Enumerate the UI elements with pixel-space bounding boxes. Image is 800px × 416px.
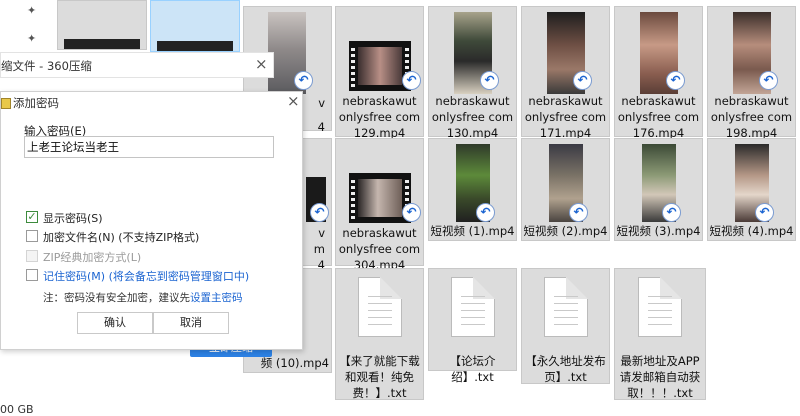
file-name-line: nebraskawut (435, 94, 510, 108)
file-name-line: 短视频 (4).mp4 (709, 224, 794, 238)
shortcut-arrow-icon: ↶ (662, 203, 681, 222)
file-tile[interactable]: ↶ 短视频 (1).mp4 (428, 138, 517, 241)
pin-icon[interactable]: ✦ (27, 4, 36, 17)
security-note-text: 注：密码没有安全加密，建议先 (43, 292, 190, 304)
remember-password-checkbox[interactable] (26, 269, 38, 281)
video-thumbnail (348, 41, 411, 91)
compress-window-titlebar: 缩文件 - 360压缩 × (0, 52, 274, 78)
shortcut-arrow-icon: ↶ (402, 71, 421, 90)
encrypt-filenames-label[interactable]: 加密文件名(N) (不支持ZIP格式) (43, 229, 199, 245)
file-tile[interactable]: ↶ nebraskawut onlysfree com 171.mp4 (521, 6, 610, 140)
encrypt-filenames-checkbox[interactable] (26, 230, 38, 242)
file-name-line: 短视频 (2).mp4 (523, 224, 608, 238)
close-icon[interactable]: × (287, 92, 300, 110)
zip-classic-label: ZIP经典加密方式(L) (43, 251, 142, 264)
add-password-dialog: 添加密码 × 输入密码(E) 上老王论坛当老王 ✓ 显示密码(S) 加密文件名(… (0, 91, 303, 350)
file-name-line: 频 (10).mp4 (260, 356, 329, 370)
file-name-line: nebraskawut (621, 94, 696, 108)
shortcut-arrow-icon: ↶ (573, 71, 592, 90)
file-tile[interactable]: 【论坛介绍】.txt (428, 268, 517, 384)
file-name-line: onlysfree com (338, 110, 421, 124)
file-tile-selected[interactable] (150, 0, 240, 52)
file-tile[interactable]: ↶ 短视频 (2).mp4 (521, 138, 610, 241)
shortcut-arrow-icon: ↶ (402, 203, 421, 222)
video-thumbnail (157, 41, 233, 51)
file-tile[interactable]: ↶ 短视频 (3).mp4 (614, 138, 703, 241)
show-password-checkbox[interactable]: ✓ (26, 211, 38, 223)
compress-window-title: 缩文件 - 360压缩 (1, 59, 92, 73)
file-tile[interactable]: ↶ nebraskawut onlysfree com 130.mp4 (428, 6, 517, 140)
text-document-icon (357, 277, 402, 337)
shortcut-arrow-icon: ↶ (569, 203, 588, 222)
video-thumbnail (348, 173, 411, 223)
file-tile[interactable]: 【永久地址发布 页】.txt (521, 268, 610, 384)
file-name-line: 短视频 (3).mp4 (616, 224, 701, 238)
file-name-line: onlysfree com (338, 242, 421, 256)
file-name-line: onlysfree com (710, 110, 793, 124)
file-name-line: onlysfree com (524, 110, 607, 124)
zip-classic-checkbox (26, 250, 38, 262)
security-note: 注：密码没有安全加密，建议先设置主密码 (43, 290, 243, 305)
file-name-line: nebraskawut (714, 94, 789, 108)
shortcut-arrow-icon: ↶ (476, 203, 495, 222)
file-tile[interactable]: 最新地址及APP 请发邮箱自动获 取！！！.txt (614, 268, 706, 400)
file-tile[interactable]: ↶ nebraskawut onlysfree com 304.mp4 (335, 138, 424, 272)
show-password-label[interactable]: 显示密码(S) (43, 210, 103, 226)
shortcut-arrow-icon: ↶ (294, 71, 313, 90)
file-name-line: 【论坛介绍】.txt (449, 354, 496, 384)
password-input[interactable]: 上老王论坛当老王 (24, 136, 274, 158)
status-bar-size: 00 GB (0, 403, 34, 416)
text-document-icon (450, 277, 495, 337)
file-tile[interactable]: ↶ nebraskawut onlysfree com 176.mp4 (614, 6, 703, 140)
file-name-line: 短视频 (1).mp4 (430, 224, 515, 238)
shortcut-arrow-icon: ↶ (755, 203, 774, 222)
dialog-title: 添加密码 (13, 96, 59, 110)
file-name-line: 取！！！.txt (627, 386, 693, 400)
shortcut-arrow-icon: ↶ (666, 71, 685, 90)
ok-button[interactable]: 确认 (77, 312, 153, 334)
pin-icon[interactable]: ✦ (27, 32, 36, 45)
set-master-password-link[interactable]: 设置主密码 (190, 292, 243, 304)
remember-password-label[interactable]: 记住密码(M) (将会备忘到密码管理窗口中) (43, 268, 249, 284)
shortcut-arrow-icon: ↶ (310, 203, 329, 222)
file-name-line: 和观看！纯免 (345, 370, 414, 384)
shortcut-arrow-icon: ↶ (480, 71, 499, 90)
file-name-line: onlysfree com (617, 110, 700, 124)
file-tile-partial[interactable] (57, 0, 147, 50)
file-name-line: nebraskawut (342, 226, 417, 240)
text-document-icon (638, 277, 682, 337)
file-tile[interactable]: ↶ nebraskawut onlysfree com 129.mp4 (335, 6, 424, 140)
close-icon[interactable]: × (255, 55, 268, 73)
file-name-line: 页】.txt (544, 370, 587, 384)
file-name-line: nebraskawut (528, 94, 603, 108)
lock-icon (1, 98, 11, 109)
file-name-line: 【永久地址发布 (525, 354, 606, 368)
file-tile[interactable]: ↶ nebraskawut onlysfree com 198.mp4 (707, 6, 796, 140)
text-document-icon (543, 277, 588, 337)
shortcut-arrow-icon: ↶ (759, 71, 778, 90)
file-name-line: 费！】.txt (352, 386, 407, 400)
file-name-line: 请发邮箱自动获 (619, 370, 701, 384)
file-name-line: 最新地址及APP (620, 354, 700, 368)
file-name-line: 【来了就能下载 (339, 354, 420, 368)
file-tile[interactable]: 【来了就能下载 和观看！纯免 费！】.txt (335, 268, 424, 400)
video-thumbnail (64, 39, 140, 49)
cancel-button[interactable]: 取消 (153, 312, 229, 334)
file-tile[interactable]: ↶ 短视频 (4).mp4 (707, 138, 796, 241)
file-name-line: nebraskawut (342, 94, 417, 108)
file-name-line: onlysfree com (431, 110, 514, 124)
